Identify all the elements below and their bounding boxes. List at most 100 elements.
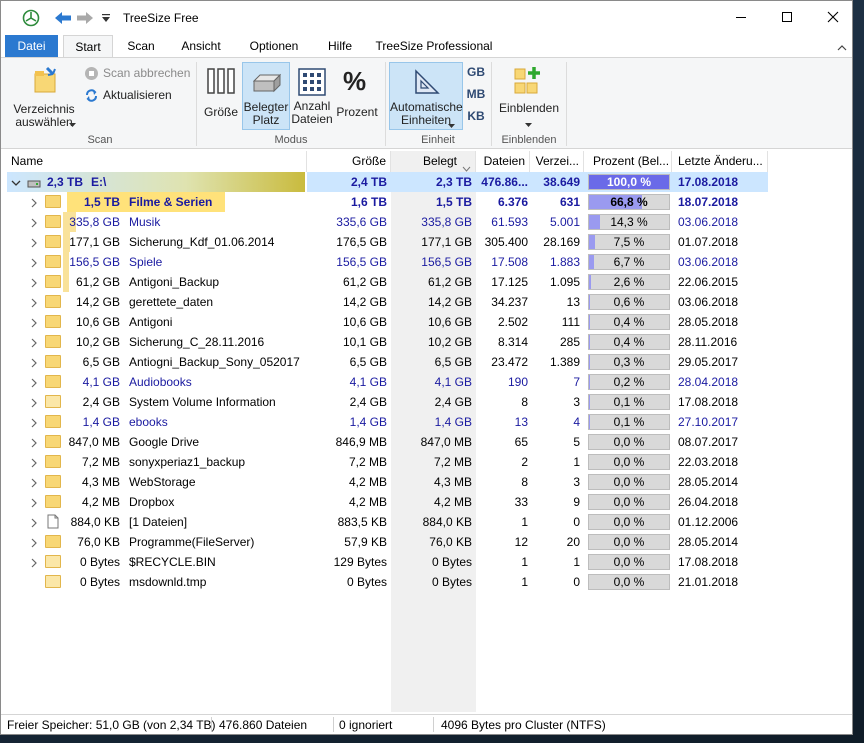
expand-arrow-icon[interactable] xyxy=(29,557,39,568)
table-row[interactable]: 4,2 MB Dropbox 4,2 MB 4,2 MB 33 9 0,0 % 26.04.2… xyxy=(7,492,852,512)
table-row[interactable]: 61,2 GB Antigoni_Backup 61,2 GB 61,2 GB 17.1… xyxy=(7,272,852,292)
table-row[interactable]: 847,0 MB Google Drive 846,9 MB 847,0 MB 65 5 0… xyxy=(7,432,852,452)
percent-bar: 66,8 % xyxy=(588,194,670,210)
table-row[interactable]: 156,5 GB Spiele 156,5 GB 156,5 GB 17.508 1.88… xyxy=(7,252,852,272)
row-belegt: 7,2 MB xyxy=(433,455,472,469)
row-datum: 28.11.2016 xyxy=(678,335,738,349)
table-row[interactable]: 14,2 GB gerettete_daten 14,2 GB 14,2 GB 34.2… xyxy=(7,292,852,312)
column-header-size[interactable]: Größe xyxy=(307,151,391,172)
row-groesse: 156,5 GB xyxy=(336,255,387,269)
expand-arrow-icon[interactable] xyxy=(29,457,39,468)
minimize-button[interactable] xyxy=(718,1,764,33)
percent-bar-text: 0,0 % xyxy=(613,455,645,469)
choose-directory-button[interactable]: Verzeichnis auswählen xyxy=(9,62,79,130)
percent-bar: 0,0 % xyxy=(588,574,670,590)
expand-arrow-icon[interactable] xyxy=(29,217,39,228)
table-row[interactable]: 1,5 TB Filme & Serien 1,6 TB 1,5 TB 6.376 631… xyxy=(7,192,852,212)
tab-hilfe[interactable]: Hilfe xyxy=(319,35,361,57)
cancel-scan-button[interactable]: Scan abbrechen xyxy=(83,66,191,82)
unit-kb-button[interactable]: KB xyxy=(466,110,486,123)
unit-mb-button[interactable]: MB xyxy=(466,88,486,101)
mode-file-count-label: Anzahl Dateien xyxy=(291,99,333,126)
mode-size-button[interactable]: Größe xyxy=(201,62,241,130)
expand-arrow-icon[interactable] xyxy=(29,197,39,208)
row-dateien: 23.472 xyxy=(491,355,528,369)
tab-datei[interactable]: Datei xyxy=(5,35,58,57)
row-groesse: 846,9 MB xyxy=(335,435,387,449)
table-row[interactable]: 76,0 KB Programme(FileServer) 57,9 KB 76,0 … xyxy=(7,532,852,552)
row-verz: 1.389 xyxy=(549,355,580,369)
table-row[interactable]: 10,2 GB Sicherung_C_28.11.2016 10,1 GB 10,2… xyxy=(7,332,852,352)
percent-icon: % xyxy=(343,66,367,96)
column-header-folders[interactable]: Verzei... xyxy=(530,151,584,172)
collapse-ribbon-icon[interactable] xyxy=(837,41,847,55)
table-row[interactable]: 10,6 GB Antigoni 10,6 GB 10,6 GB 2.502 111 0,4… xyxy=(7,312,852,332)
expand-arrow-icon[interactable] xyxy=(29,397,39,408)
column-header-files[interactable]: Dateien xyxy=(476,151,530,172)
expand-arrow-icon[interactable] xyxy=(29,357,39,368)
table-row[interactable]: 177,1 GB Sicherung_Kdf_01.06.2014 176,5 GB… xyxy=(7,232,852,252)
expand-arrow-icon[interactable] xyxy=(29,257,39,268)
table-row[interactable]: 6,5 GB Antiogni_Backup_Sony_052017 6,5 GB 6… xyxy=(7,352,852,372)
tree-root-row[interactable]: 2,3 TB E:\ 2,4 TB 2,3 TB 476.86... 38.649 100,… xyxy=(7,172,852,192)
tab-scan[interactable]: Scan xyxy=(119,35,163,57)
expand-arrow-icon[interactable] xyxy=(29,477,39,488)
row-name: System Volume Information xyxy=(129,395,276,409)
table-row[interactable]: 335,8 GB Musik 335,6 GB 335,8 GB 61.593 5.001… xyxy=(7,212,852,232)
table-row[interactable]: 0 Bytes $RECYCLE.BIN 129 Bytes 0 Bytes 1 1 0,0… xyxy=(7,552,852,572)
table-row[interactable]: 1,4 GB ebooks 1,4 GB 1,4 GB 13 4 0,1 % 27.10.20… xyxy=(7,412,852,432)
table-row[interactable]: 7,2 MB sonyxperiaz1_backup 7,2 MB 7,2 MB 2 1 0… xyxy=(7,452,852,472)
tab-start[interactable]: Start xyxy=(63,35,113,58)
title-bar: TreeSize Free xyxy=(1,1,852,35)
table-row[interactable]: 0 Bytes msdownld.tmp 0 Bytes 0 Bytes 1 0 0,0 %… xyxy=(7,572,852,592)
row-belegt: 76,0 KB xyxy=(429,535,472,549)
refresh-button[interactable]: Aktualisieren xyxy=(83,88,191,104)
expand-arrow-icon[interactable] xyxy=(29,417,39,428)
row-dateien: 13 xyxy=(514,415,528,429)
column-header-allocated[interactable]: Belegt xyxy=(391,151,476,172)
table-row[interactable]: 4,3 MB WebStorage 4,2 MB 4,3 MB 8 3 0,0 % 28.05… xyxy=(7,472,852,492)
root-size: 2,3 TB xyxy=(47,175,84,189)
tab-treesize-professional[interactable]: TreeSize Professional xyxy=(373,35,495,57)
expand-arrow-icon[interactable] xyxy=(29,277,39,288)
close-button[interactable] xyxy=(810,1,852,33)
mode-allocated-button[interactable]: Belegter Platz xyxy=(242,62,290,130)
table-row[interactable]: 884,0 KB [1 Dateien] 883,5 KB 884,0 KB 1 0 0,0… xyxy=(7,512,852,532)
row-belegt: 4,2 MB xyxy=(433,495,472,509)
folder-icon xyxy=(45,295,61,308)
row-dateien: 1 xyxy=(521,555,528,569)
row-name: Audiobooks xyxy=(129,375,192,389)
unit-gb-button[interactable]: GB xyxy=(466,66,486,79)
expand-arrow-icon[interactable] xyxy=(29,317,39,328)
collapse-arrow-icon[interactable] xyxy=(11,177,21,187)
drive-icon xyxy=(27,177,41,191)
auto-units-button[interactable]: Automatische Einheiten xyxy=(389,62,463,130)
expand-arrow-icon[interactable] xyxy=(29,497,39,508)
ruler-triangle-icon xyxy=(414,69,440,98)
back-arrow-icon[interactable] xyxy=(54,9,72,27)
expand-arrow-icon[interactable] xyxy=(29,377,39,388)
expand-arrow-icon[interactable] xyxy=(29,517,39,528)
show-button[interactable]: Einblenden xyxy=(497,62,561,130)
mode-file-count-button[interactable]: Anzahl Dateien xyxy=(291,62,333,130)
row-verz: 5.001 xyxy=(549,215,580,229)
row-size: 4,3 MB xyxy=(81,475,120,489)
tab-optionen[interactable]: Optionen xyxy=(241,35,307,57)
expand-arrow-icon[interactable] xyxy=(29,537,39,548)
expand-arrow-icon[interactable] xyxy=(29,437,39,448)
mode-percent-button[interactable]: % Prozent xyxy=(335,62,379,130)
maximize-button[interactable] xyxy=(764,1,810,33)
table-row[interactable]: 4,1 GB Audiobooks 4,1 GB 4,1 GB 190 7 0,2 % 28.… xyxy=(7,372,852,392)
expand-arrow-icon[interactable] xyxy=(29,237,39,248)
column-header-name[interactable]: Name xyxy=(7,151,307,172)
forward-arrow-icon[interactable] xyxy=(76,9,94,27)
column-header-modified[interactable]: Letzte Änderu... xyxy=(672,151,768,172)
tab-ansicht[interactable]: Ansicht xyxy=(173,35,229,57)
expand-arrow-icon[interactable] xyxy=(29,297,39,308)
column-header-percent[interactable]: Prozent (Bel... xyxy=(584,151,672,172)
quick-access-dropdown-icon[interactable] xyxy=(97,9,115,27)
percent-bar-text: 0,1 % xyxy=(613,415,645,429)
expand-arrow-icon[interactable] xyxy=(29,337,39,348)
row-datum: 26.04.2018 xyxy=(678,495,739,509)
table-row[interactable]: 2,4 GB System Volume Information 2,4 GB 2,4… xyxy=(7,392,852,412)
